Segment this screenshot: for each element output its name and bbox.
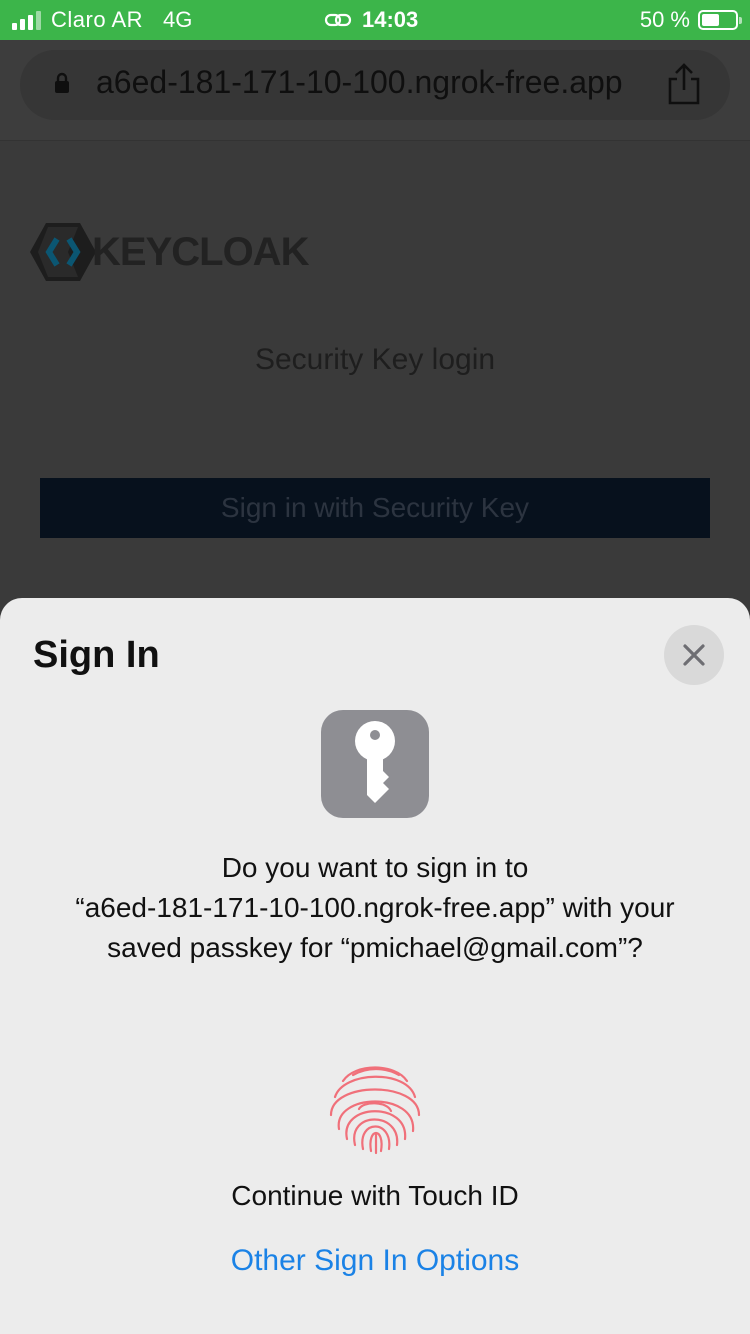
keycloak-hexagon-icon xyxy=(30,223,96,281)
prompt-line: Do you want to sign in to xyxy=(221,852,529,883)
logo-wordmark: KEYCLOAK xyxy=(92,229,309,274)
sign-in-prompt: Do you want to sign in to “a6ed-181-171-… xyxy=(30,848,720,968)
sign-in-security-key-button[interactable]: Sign in with Security Key xyxy=(40,478,710,538)
keycloak-logo: KEYCLOAK xyxy=(30,221,309,283)
signal-strength-icon xyxy=(12,10,41,30)
browser-toolbar: a6ed-181-171-10-100.ngrok-free.app xyxy=(0,40,750,141)
close-icon xyxy=(683,644,705,666)
sign-in-sheet: Sign In Do you want to sign in to “a6ed-… xyxy=(0,598,750,1334)
sheet-title: Sign In xyxy=(33,634,160,676)
lock-icon xyxy=(55,72,69,93)
battery-icon xyxy=(698,10,742,30)
status-bar: Claro AR 4G 14:03 50 % xyxy=(0,0,750,40)
key-icon xyxy=(355,721,395,803)
prompt-line: saved passkey for “pmichael@gmail.com”? xyxy=(107,932,643,963)
battery-percentage: 50 % xyxy=(639,7,690,32)
other-sign-in-options-link[interactable]: Other Sign In Options xyxy=(0,1244,750,1278)
clock: 14:03 xyxy=(362,7,419,32)
close-button[interactable] xyxy=(664,625,724,685)
fingerprint-icon[interactable] xyxy=(323,1053,427,1157)
web-page: KEYCLOAK Security Key login Sign in with… xyxy=(0,141,750,611)
link-icon xyxy=(324,13,352,27)
url-text[interactable]: a6ed-181-171-10-100.ngrok-free.app xyxy=(96,64,623,101)
touch-id-label: Continue with Touch ID xyxy=(231,1180,519,1211)
prompt-line: “a6ed-181-171-10-100.ngrok-free.app” wit… xyxy=(75,892,675,923)
page-title: Security Key login xyxy=(254,343,496,376)
network-type: 4G xyxy=(163,7,193,32)
share-icon[interactable] xyxy=(664,62,704,106)
carrier-name: Claro AR xyxy=(51,7,144,32)
passkey-app-icon xyxy=(321,710,429,818)
